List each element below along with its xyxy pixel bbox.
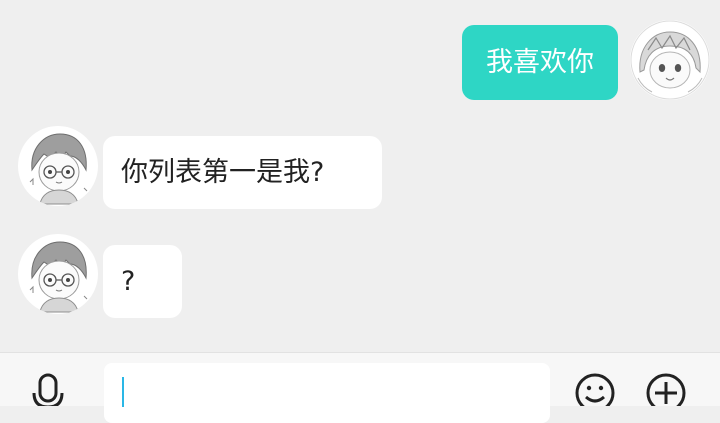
message-input[interactable] [104, 363, 550, 423]
input-bar [0, 352, 720, 423]
emoji-icon[interactable] [572, 353, 618, 406]
text-caret [122, 377, 124, 407]
message-text: 我喜欢你 [486, 47, 594, 78]
plus-icon[interactable] [643, 353, 689, 406]
message-text: ? [121, 266, 136, 297]
chat-area: 我喜欢你 你列表第一是我? ? [0, 0, 720, 352]
message-bubble-outgoing[interactable]: 我喜欢你 [462, 25, 618, 100]
my-avatar[interactable] [630, 20, 710, 100]
microphone-icon[interactable] [28, 353, 68, 406]
message-text: 你列表第一是我? [121, 157, 325, 188]
message-bubble-incoming[interactable]: 你列表第一是我? [103, 136, 382, 209]
contact-avatar[interactable] [18, 126, 98, 206]
contact-avatar[interactable] [18, 234, 98, 314]
message-bubble-incoming[interactable]: ? [103, 245, 182, 318]
